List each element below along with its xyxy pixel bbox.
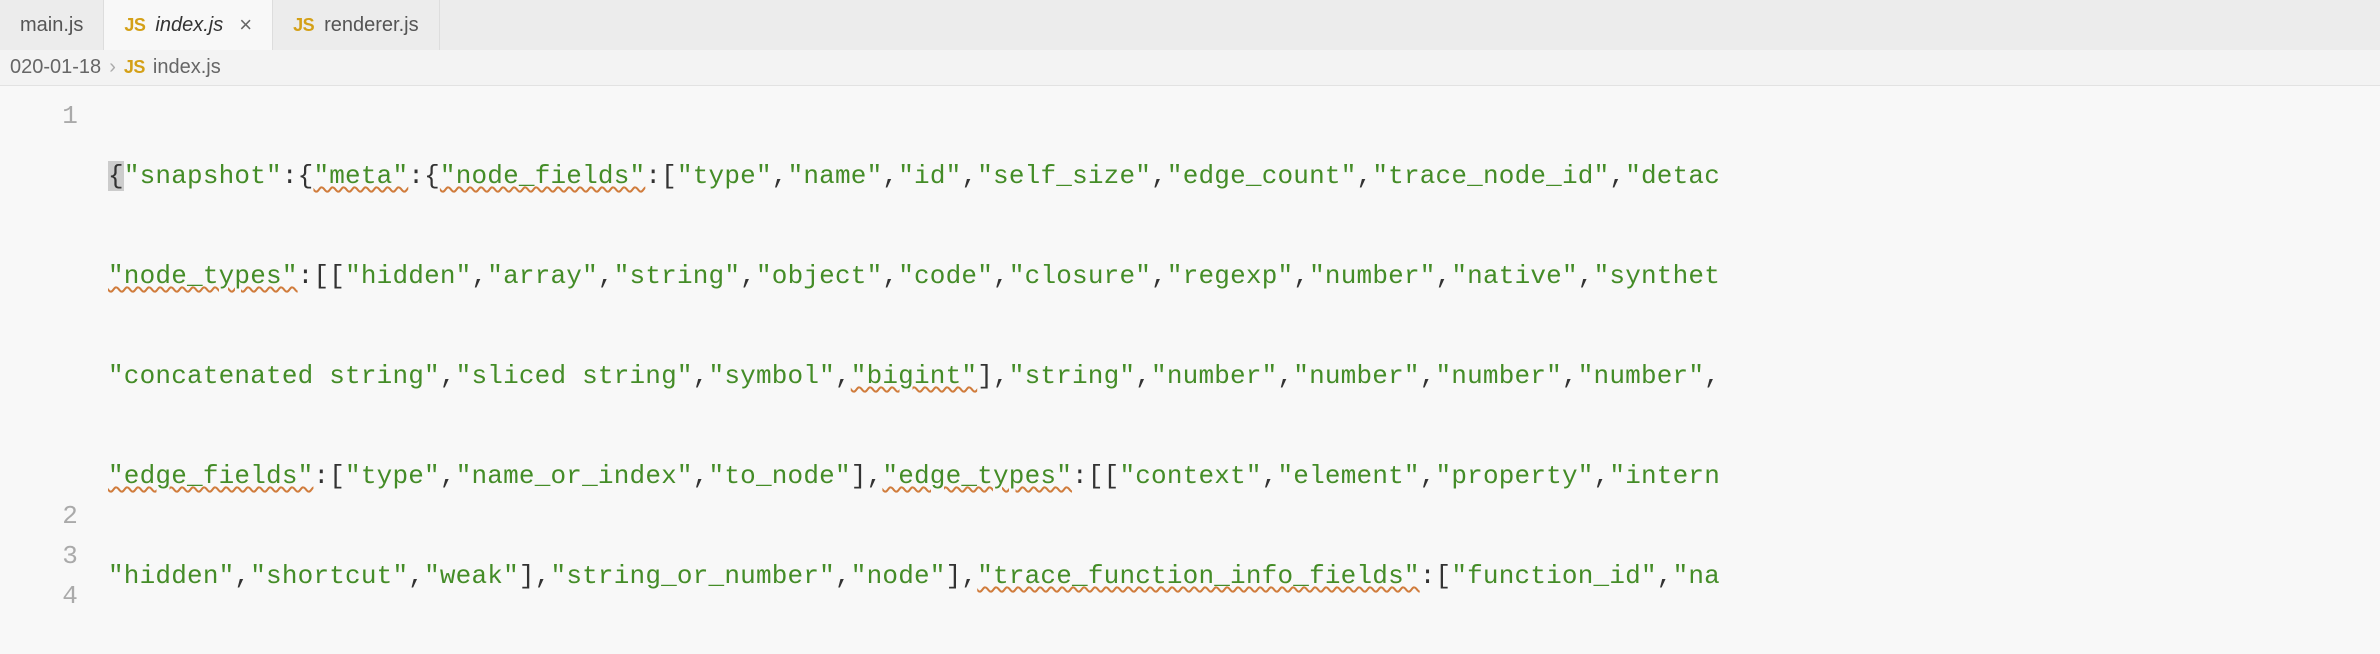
breadcrumb-file: index.js [153,56,221,79]
tab-renderer-js[interactable]: JS renderer.js [273,0,440,50]
line-number [0,416,108,456]
breadcrumb[interactable]: 020-01-18 › JS index.js [0,50,2380,86]
code-line[interactable]: "concatenated string","sliced string","s… [108,356,2380,396]
code-line[interactable]: "hidden","shortcut","weak"],"string_or_n… [108,556,2380,596]
js-icon: JS [124,15,145,36]
tab-label: renderer.js [324,14,419,37]
breadcrumb-folder: 020-01-18 [10,56,101,79]
js-icon: JS [124,57,145,78]
line-number: 1 [0,96,108,136]
tab-label: main.js [20,14,83,37]
code-line[interactable]: "node_types":[["hidden","array","string"… [108,256,2380,296]
line-number [0,296,108,336]
line-number: 4 [0,576,108,616]
line-number: 2 [0,496,108,536]
tab-bar: main.js JS index.js × JS renderer.js [0,0,2380,50]
line-number-gutter: 1 2 3 4 [0,86,108,654]
line-number [0,376,108,416]
line-number [0,456,108,496]
code-content[interactable]: {"snapshot":{"meta":{"node_fields":["typ… [108,86,2380,654]
line-number [0,216,108,256]
line-number: 3 [0,536,108,576]
js-icon: JS [293,15,314,36]
line-number [0,256,108,296]
chevron-right-icon: › [109,56,116,79]
line-number [0,136,108,176]
code-line[interactable]: "edge_fields":["type","name_or_index","t… [108,456,2380,496]
code-editor[interactable]: 1 2 3 4 {"snapshot":{"meta":{"node_field… [0,86,2380,654]
line-number [0,336,108,376]
tab-label: index.js [155,14,223,37]
close-icon[interactable]: × [239,12,252,38]
line-number [0,176,108,216]
code-line[interactable]: {"snapshot":{"meta":{"node_fields":["typ… [108,156,2380,196]
tab-main-js[interactable]: main.js [0,0,104,50]
tab-index-js[interactable]: JS index.js × [104,0,273,50]
